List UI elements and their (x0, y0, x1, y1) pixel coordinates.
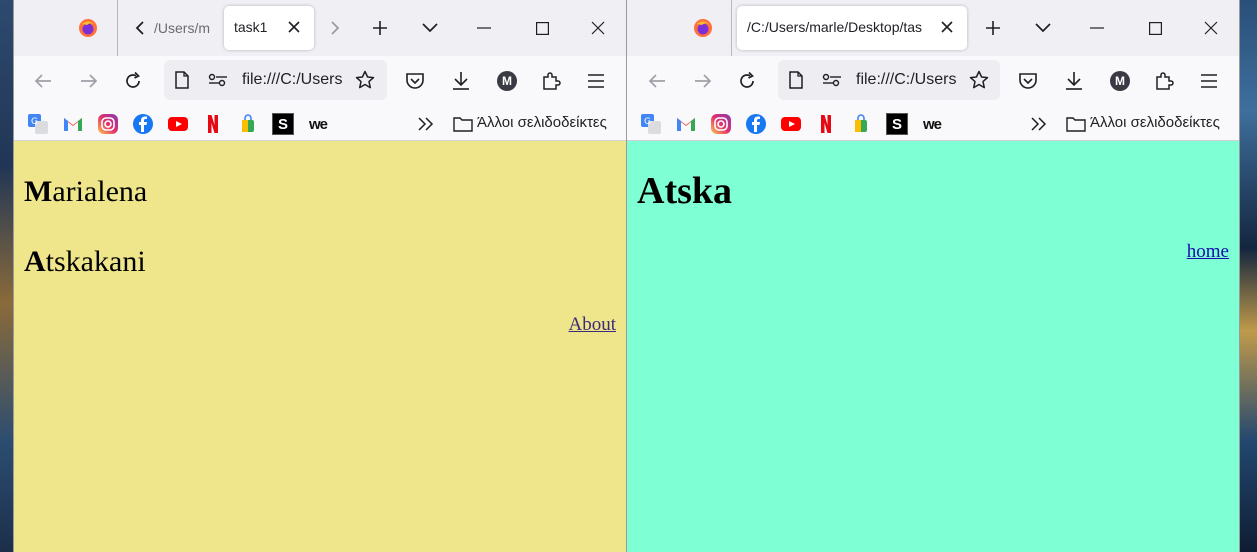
folder-icon[interactable] (1065, 112, 1087, 136)
browser-window-left: /Users/m task1 file:///C:/Users M G S we… (13, 0, 627, 552)
tab-bar: /Users/m task1 (14, 0, 626, 56)
instagram-bookmark-icon[interactable] (97, 113, 119, 135)
s-bookmark-icon[interactable]: S (272, 113, 294, 135)
browser-window-right: /C:/Users/marle/Desktop/tas file:///C:/U… (626, 0, 1240, 552)
pocket-icon[interactable] (403, 69, 427, 93)
youtube-bookmark-icon[interactable] (780, 113, 802, 135)
svg-text:G: G (31, 117, 38, 127)
gmail-bookmark-icon[interactable] (62, 113, 84, 135)
firefox-logo-icon[interactable] (76, 16, 100, 40)
puzzle-icon[interactable] (1152, 69, 1176, 93)
hamburger-icon[interactable] (1197, 69, 1221, 93)
page-heading-last-name: Atskakani (24, 245, 146, 279)
desktop-wallpaper-right (1239, 0, 1257, 552)
minimize-icon[interactable] (472, 16, 496, 40)
page-content: Atska home (627, 141, 1239, 552)
tab-label: /C:/Users/marle/Desktop/tas (747, 19, 923, 35)
account-initial: M (1110, 71, 1130, 91)
home-link[interactable]: home (1187, 241, 1229, 263)
maximize-icon[interactable] (1143, 16, 1167, 40)
page-content: Marialena Atskakani About (14, 141, 626, 552)
first-name-rest: arialena (52, 175, 148, 208)
facebook-bookmark-icon[interactable] (132, 113, 154, 135)
netflix-bookmark-icon[interactable] (202, 113, 224, 135)
tab-scroll-right-icon[interactable] (324, 16, 346, 40)
shopping-bookmark-icon[interactable] (237, 113, 259, 135)
netflix-bookmark-icon[interactable] (815, 113, 837, 135)
last-name-initial: A (24, 245, 46, 278)
url-bar[interactable]: file:///C:/Users (164, 60, 387, 100)
about-link[interactable]: About (569, 314, 617, 336)
instagram-bookmark-icon[interactable] (710, 113, 732, 135)
download-icon[interactable] (449, 69, 473, 93)
google-translate-bookmark-icon[interactable]: G (640, 113, 662, 135)
permissions-icon[interactable] (206, 68, 230, 92)
nav-toolbar: file:///C:/Users M (627, 56, 1239, 106)
url-text[interactable]: file:///C:/Users (242, 71, 350, 89)
arrow-left-icon[interactable] (645, 69, 669, 93)
tab-separator (731, 0, 732, 56)
page-icon[interactable] (170, 68, 194, 92)
chevron-double-right-icon[interactable] (1027, 112, 1051, 136)
page-heading-first-name: Marialena (24, 175, 147, 209)
firefox-logo-icon[interactable] (691, 16, 715, 40)
arrow-left-icon[interactable] (31, 69, 55, 93)
hamburger-icon[interactable] (584, 69, 608, 93)
desktop-wallpaper-left (0, 0, 14, 552)
chevron-double-right-icon[interactable] (414, 112, 438, 136)
chevron-down-icon[interactable] (1031, 16, 1055, 40)
close-icon[interactable] (1199, 16, 1223, 40)
download-icon[interactable] (1062, 69, 1086, 93)
reload-icon[interactable] (735, 69, 759, 93)
tab-active[interactable]: /C:/Users/marle/Desktop/tas (737, 6, 967, 50)
star-icon[interactable] (353, 68, 377, 92)
page-heading: Atska (637, 170, 733, 212)
close-icon[interactable] (586, 16, 610, 40)
youtube-bookmark-icon[interactable] (167, 113, 189, 135)
google-translate-bookmark-icon[interactable]: G (27, 113, 49, 135)
shopping-bookmark-icon[interactable] (850, 113, 872, 135)
bookmarks-toolbar: G S we Άλλοι σελιδοδείκτες (14, 106, 626, 141)
we-bookmark-icon[interactable]: we (307, 113, 329, 135)
tab-separator (117, 0, 118, 56)
page-icon[interactable] (784, 68, 808, 92)
folder-icon[interactable] (452, 112, 474, 136)
puzzle-icon[interactable] (539, 69, 563, 93)
account-avatar[interactable]: M (1108, 69, 1132, 93)
other-bookmarks-folder[interactable]: Άλλοι σελιδοδείκτες (1090, 114, 1220, 131)
url-text[interactable]: file:///C:/Users (856, 71, 964, 89)
maximize-icon[interactable] (530, 16, 554, 40)
permissions-icon[interactable] (820, 68, 844, 92)
arrow-right-icon[interactable] (77, 69, 101, 93)
arrow-right-icon[interactable] (691, 69, 715, 93)
minimize-icon[interactable] (1085, 16, 1109, 40)
plus-icon[interactable] (981, 16, 1005, 40)
gmail-bookmark-icon[interactable] (675, 113, 697, 135)
tab-bar: /C:/Users/marle/Desktop/tas (627, 0, 1239, 56)
tab-scroll-left-icon[interactable] (129, 16, 151, 40)
tab-active[interactable]: task1 (224, 6, 314, 50)
pocket-icon[interactable] (1016, 69, 1040, 93)
bookmarks-toolbar: G S we Άλλοι σελιδοδείκτες (627, 106, 1239, 141)
nav-toolbar: file:///C:/Users M (14, 56, 626, 106)
we-bookmark-icon[interactable]: we (921, 113, 943, 135)
account-initial: M (497, 71, 517, 91)
tab-previous[interactable]: /Users/m (154, 20, 218, 36)
other-bookmarks-folder[interactable]: Άλλοι σελιδοδείκτες (477, 114, 607, 131)
tab-label: task1 (234, 19, 268, 35)
star-icon[interactable] (967, 68, 991, 92)
reload-icon[interactable] (121, 69, 145, 93)
close-icon[interactable] (282, 15, 306, 39)
first-name-initial: M (24, 175, 53, 208)
svg-text:G: G (644, 117, 651, 127)
close-icon[interactable] (935, 15, 959, 39)
facebook-bookmark-icon[interactable] (745, 113, 767, 135)
last-name-rest: tskakani (45, 245, 146, 278)
chevron-down-icon[interactable] (418, 16, 442, 40)
url-bar[interactable]: file:///C:/Users (778, 60, 1000, 100)
plus-icon[interactable] (368, 16, 392, 40)
account-avatar[interactable]: M (495, 69, 519, 93)
s-bookmark-icon[interactable]: S (886, 113, 908, 135)
